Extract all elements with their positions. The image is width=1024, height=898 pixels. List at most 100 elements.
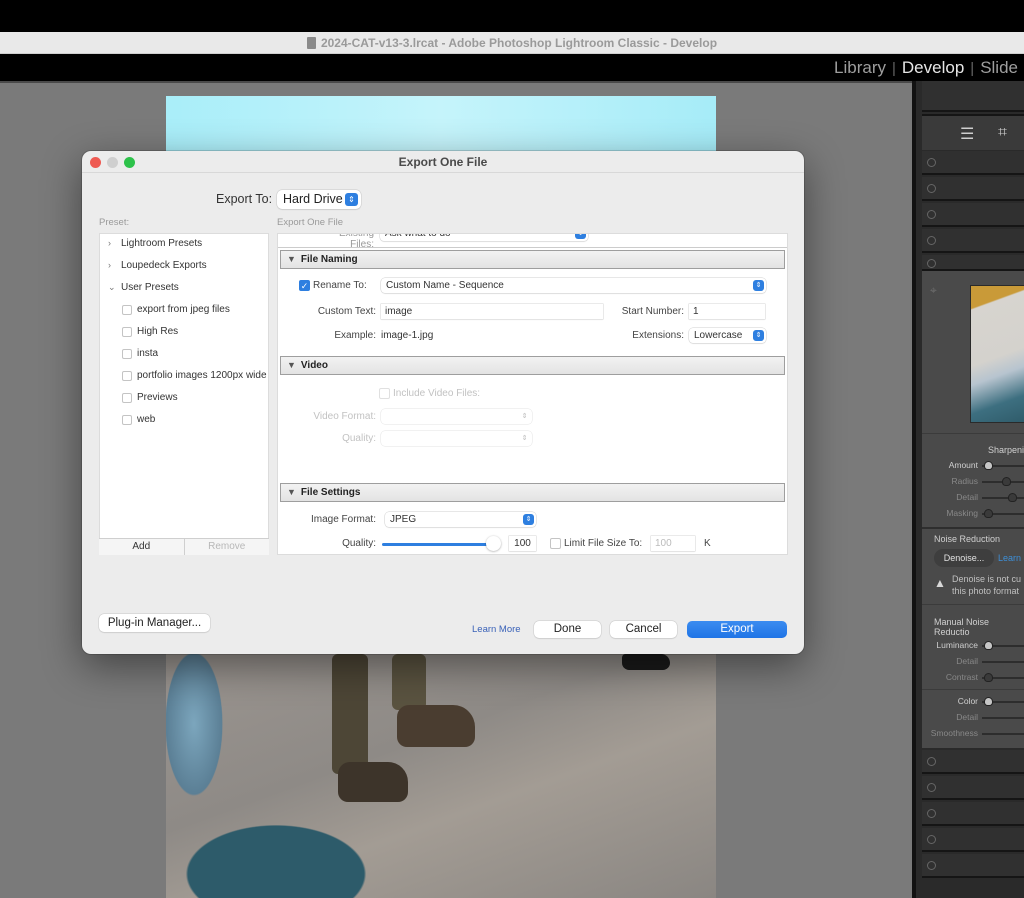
- panel-header[interactable]: [922, 750, 1024, 774]
- plugin-manager-button[interactable]: Plug-in Manager...: [99, 614, 210, 632]
- eye-icon[interactable]: [927, 809, 936, 818]
- eye-icon[interactable]: [927, 236, 936, 245]
- export-to-select[interactable]: Hard Drive ⇕: [277, 190, 361, 209]
- eye-icon[interactable]: [927, 783, 936, 792]
- done-button[interactable]: Done: [534, 621, 601, 638]
- learn-more-link[interactable]: Learn More: [472, 624, 521, 635]
- custom-text-label: Custom Text:: [317, 306, 376, 317]
- module-develop[interactable]: Develop: [896, 58, 970, 78]
- preset-checkbox[interactable]: [122, 392, 132, 403]
- module-slideshow[interactable]: Slide: [974, 58, 1024, 78]
- slider-knob[interactable]: [984, 461, 993, 470]
- video-header[interactable]: ▼ Video: [280, 356, 785, 375]
- slider-knob[interactable]: [1002, 477, 1011, 486]
- color-detail-slider[interactable]: [982, 717, 1024, 719]
- add-preset-button[interactable]: Add: [99, 539, 185, 555]
- module-library[interactable]: Library: [828, 58, 892, 78]
- eye-icon[interactable]: [927, 757, 936, 766]
- luminance-detail-slider[interactable]: [982, 661, 1024, 663]
- crop-icon[interactable]: ⌗: [998, 124, 1007, 142]
- panel-header[interactable]: [922, 776, 1024, 800]
- chevron-right-icon: ›: [108, 238, 111, 248]
- panel-header[interactable]: [922, 802, 1024, 826]
- preset-checkbox[interactable]: [122, 348, 132, 359]
- amount-slider[interactable]: [982, 461, 1024, 470]
- preset-item[interactable]: High Res: [122, 326, 178, 337]
- eye-icon[interactable]: [927, 259, 936, 268]
- quality-slider-knob[interactable]: [486, 536, 501, 551]
- slider-label: Radius: [951, 476, 978, 486]
- remove-preset-button[interactable]: Remove: [184, 539, 269, 555]
- export-settings-scroll[interactable]: Existing Files: Ask what to do ⇕ ▼ File N…: [277, 233, 788, 555]
- preset-group-lightroom[interactable]: › Lightroom Presets: [108, 238, 202, 249]
- panel-header[interactable]: [922, 151, 1024, 175]
- video-format-select[interactable]: ⇕: [381, 409, 532, 424]
- image-format-select[interactable]: JPEG ⇕: [385, 512, 536, 527]
- panel-header[interactable]: [922, 828, 1024, 852]
- luminance-contrast-slider[interactable]: [982, 673, 1024, 682]
- limit-file-size-input[interactable]: 100: [651, 536, 695, 551]
- panel-header[interactable]: [922, 229, 1024, 253]
- slider-knob[interactable]: [984, 673, 993, 682]
- select-stepper-icon: ⇕: [521, 435, 528, 442]
- video-quality-select[interactable]: ⇕: [381, 431, 532, 446]
- detail-zoom-preview[interactable]: [970, 285, 1024, 423]
- preset-checkbox[interactable]: [122, 304, 132, 315]
- preset-checkbox[interactable]: [122, 370, 132, 381]
- cancel-button[interactable]: Cancel: [610, 621, 677, 638]
- export-button[interactable]: Export: [687, 621, 787, 638]
- color-slider[interactable]: [982, 697, 1024, 706]
- minimize-button[interactable]: [107, 157, 118, 168]
- slider-knob[interactable]: [984, 697, 993, 706]
- masking-slider[interactable]: [982, 509, 1024, 518]
- preset-item[interactable]: export from jpeg files: [122, 304, 230, 315]
- slider-knob[interactable]: [984, 641, 993, 650]
- panel-header[interactable]: [922, 854, 1024, 878]
- denoise-button[interactable]: Denoise...: [934, 549, 994, 567]
- preset-checkbox[interactable]: [122, 326, 132, 337]
- zoom-button[interactable]: [124, 157, 135, 168]
- extensions-select[interactable]: Lowercase ⇕: [689, 328, 766, 343]
- existing-files-row: Existing Files: Ask what to do ⇕: [278, 234, 787, 250]
- eye-icon[interactable]: [927, 184, 936, 193]
- limit-file-size-checkbox[interactable]: [550, 538, 561, 549]
- preset-group-loupedeck[interactable]: › Loupedeck Exports: [108, 260, 207, 271]
- rename-to-checkbox[interactable]: ✓: [299, 280, 310, 291]
- slider-label: Luminance: [936, 640, 978, 650]
- include-video-checkbox[interactable]: [379, 388, 390, 399]
- custom-text-input[interactable]: image: [381, 304, 603, 319]
- preset-group-user[interactable]: ⌄ User Presets: [108, 282, 179, 293]
- existing-files-select[interactable]: Ask what to do ⇕: [380, 234, 588, 241]
- preset-checkbox[interactable]: [122, 414, 132, 425]
- disclosure-triangle-icon: ▼: [287, 254, 296, 264]
- luminance-slider[interactable]: [982, 641, 1024, 650]
- file-settings-header[interactable]: ▼ File Settings: [280, 483, 785, 502]
- rename-to-select[interactable]: Custom Name - Sequence ⇕: [381, 278, 766, 293]
- slider-knob[interactable]: [984, 509, 993, 518]
- start-number-input[interactable]: 1: [689, 304, 765, 319]
- file-naming-header[interactable]: ▼ File Naming: [280, 250, 785, 269]
- target-adjust-icon[interactable]: ⌖: [930, 283, 937, 298]
- eye-icon[interactable]: [927, 835, 936, 844]
- preset-item[interactable]: portfolio images 1200px wide: [122, 370, 267, 381]
- panel-header-detail[interactable]: [922, 255, 1024, 271]
- slider-knob[interactable]: [1008, 493, 1017, 502]
- eye-icon[interactable]: [927, 158, 936, 167]
- preset-item[interactable]: web: [122, 414, 155, 425]
- panel-header[interactable]: [922, 177, 1024, 201]
- learn-link[interactable]: Learn: [998, 553, 1021, 563]
- panel-header[interactable]: [922, 203, 1024, 227]
- radius-slider[interactable]: [982, 477, 1024, 486]
- preset-item[interactable]: Previews: [122, 392, 178, 403]
- select-stepper-icon: ⇕: [575, 234, 586, 239]
- eye-icon[interactable]: [927, 210, 936, 219]
- video-quality-label: Quality:: [342, 433, 376, 444]
- close-button[interactable]: [90, 157, 101, 168]
- preset-item[interactable]: insta: [122, 348, 158, 359]
- quality-slider-track[interactable]: [382, 543, 494, 546]
- detail-slider[interactable]: [982, 493, 1024, 502]
- eye-icon[interactable]: [927, 861, 936, 870]
- quality-input[interactable]: 100: [509, 536, 536, 551]
- smoothness-slider[interactable]: [982, 733, 1024, 735]
- adjustments-icon[interactable]: ☰: [960, 124, 974, 144]
